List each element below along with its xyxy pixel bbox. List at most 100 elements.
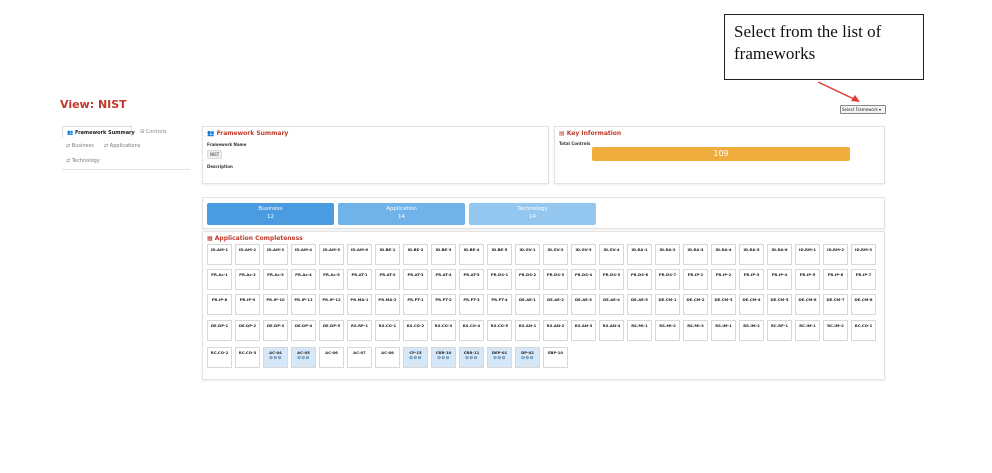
control-tile[interactable]: RS.CO-5: [487, 320, 512, 341]
control-tile[interactable]: PR.IP-11: [291, 294, 316, 315]
control-tile[interactable]: RS.MI-2: [655, 320, 680, 341]
control-tile[interactable]: PR.IP-9: [235, 294, 260, 315]
control-tile[interactable]: DE.DP-1: [207, 320, 232, 341]
category-business-button[interactable]: Business 12: [207, 203, 334, 225]
control-tile[interactable]: RS.AN-2: [543, 320, 568, 341]
control-tile[interactable]: DE.CM-4: [739, 294, 764, 315]
control-tile[interactable]: RS.AN-1: [515, 320, 540, 341]
control-tile[interactable]: ID.GV-1: [515, 244, 540, 265]
control-tile[interactable]: PR.DS-3: [543, 269, 568, 290]
control-tile[interactable]: DEP-01 ⊖⊖⊖: [487, 347, 512, 368]
control-tile[interactable]: AC-04 ⊖⊖⊖: [263, 347, 288, 368]
control-tile[interactable]: RS.CO-3: [431, 320, 456, 341]
control-tile[interactable]: DE.CM-3: [711, 294, 736, 315]
control-tile[interactable]: ID.AM-2: [235, 244, 260, 265]
control-tile[interactable]: RS.RP-1: [347, 320, 372, 341]
control-tile[interactable]: ID.BE-4: [459, 244, 484, 265]
control-tile[interactable]: PR.Ac-5: [319, 269, 344, 290]
control-tile[interactable]: RC.RP-1: [767, 320, 792, 341]
tab-framework-summary[interactable]: 👥 Framework Summary: [62, 126, 135, 138]
control-tile[interactable]: PR.AT-3: [403, 269, 428, 290]
control-tile[interactable]: ID.AM-1: [207, 244, 232, 265]
control-tile[interactable]: ID.GV-2: [543, 244, 568, 265]
control-tile[interactable]: RS.AN-4: [599, 320, 624, 341]
control-tile[interactable]: RS.CO-4: [459, 320, 484, 341]
control-tile[interactable]: AC-05 ⊖⊖⊖: [291, 347, 316, 368]
control-tile[interactable]: PR.Ac-4: [291, 269, 316, 290]
control-tile[interactable]: ID.AM-3: [263, 244, 288, 265]
control-tile[interactable]: AC-06: [319, 347, 344, 368]
control-tile[interactable]: PR.Ac-3: [263, 269, 288, 290]
control-tile[interactable]: DE.AE-1: [515, 294, 540, 315]
control-tile[interactable]: PR.IP-1: [683, 269, 708, 290]
control-tile[interactable]: DE.AE-5: [627, 294, 652, 315]
control-tile[interactable]: ID.RA-4: [711, 244, 736, 265]
control-tile[interactable]: PR.IP-12: [319, 294, 344, 315]
control-tile[interactable]: RC.CO-3: [235, 347, 260, 368]
control-tile[interactable]: RC.IM-2: [823, 320, 848, 341]
control-tile[interactable]: RC.CO-2: [207, 347, 232, 368]
control-tile[interactable]: DE.CM-6: [795, 294, 820, 315]
control-tile[interactable]: DE.CM-7: [823, 294, 848, 315]
control-tile[interactable]: PR.DS-7: [655, 269, 680, 290]
tab-controls[interactable]: ⊞ Controls: [136, 126, 186, 138]
control-tile[interactable]: DE.AE-3: [571, 294, 596, 315]
control-tile[interactable]: PR.Ac-1: [207, 269, 232, 290]
control-tile[interactable]: ID.AM-5: [319, 244, 344, 265]
control-tile[interactable]: PR.MA-2: [375, 294, 400, 315]
control-tile[interactable]: PR.IP-7: [851, 269, 876, 290]
control-tile[interactable]: PR.PT-3: [459, 294, 484, 315]
control-tile[interactable]: ID.RM-1: [795, 244, 820, 265]
control-tile[interactable]: AC-08: [375, 347, 400, 368]
control-tile[interactable]: DP-02 ⊖⊖⊖: [515, 347, 540, 368]
control-tile[interactable]: ID.RA-5: [739, 244, 764, 265]
control-tile[interactable]: PR.DS-2: [515, 269, 540, 290]
control-tile[interactable]: DE.CM-1: [655, 294, 680, 315]
control-tile[interactable]: PR.AT-2: [375, 269, 400, 290]
control-tile[interactable]: ID.RM-3: [851, 244, 876, 265]
control-tile[interactable]: PR.IP-3: [739, 269, 764, 290]
control-tile[interactable]: CP-15 ⊖⊖⊖: [403, 347, 428, 368]
control-tile[interactable]: PR.AT-4: [431, 269, 456, 290]
control-tile[interactable]: ID.BE-3: [431, 244, 456, 265]
control-tile[interactable]: RS.MI-1: [627, 320, 652, 341]
control-tile[interactable]: DE.CM-5: [767, 294, 792, 315]
control-tile[interactable]: PR.DS-5: [599, 269, 624, 290]
sidebar-link-applications[interactable]: ⇄ Applications: [104, 143, 140, 149]
control-tile[interactable]: RC.CO-1: [851, 320, 876, 341]
control-tile[interactable]: RS.IM-1: [711, 320, 736, 341]
control-tile[interactable]: RS.CO-1: [375, 320, 400, 341]
control-tile[interactable]: DE.DP-3: [263, 320, 288, 341]
control-tile[interactable]: PR.DS-4: [571, 269, 596, 290]
control-tile[interactable]: PR.IP-6: [823, 269, 848, 290]
control-tile[interactable]: PR.DS-1: [487, 269, 512, 290]
control-tile[interactable]: DE.AE-4: [599, 294, 624, 315]
control-tile[interactable]: PR.AT-1: [347, 269, 372, 290]
control-tile[interactable]: RS.MI-3: [683, 320, 708, 341]
control-tile[interactable]: PR.PT-4: [487, 294, 512, 315]
control-tile[interactable]: ID.GV-4: [599, 244, 624, 265]
control-tile[interactable]: ID.RA-3: [683, 244, 708, 265]
control-tile[interactable]: PR.IP-10: [263, 294, 288, 315]
category-technology-button[interactable]: Technology 14: [469, 203, 596, 225]
control-tile[interactable]: RS.AN-3: [571, 320, 596, 341]
category-application-button[interactable]: Application 14: [338, 203, 465, 225]
control-tile[interactable]: DE.DP-4: [291, 320, 316, 341]
control-tile[interactable]: CRR-10 ⊖⊖⊖: [431, 347, 456, 368]
control-tile[interactable]: ID.BE-5: [487, 244, 512, 265]
control-tile[interactable]: PR.IP-8: [207, 294, 232, 315]
control-tile[interactable]: PR.IP-2: [711, 269, 736, 290]
control-tile[interactable]: PR.DS-6: [627, 269, 652, 290]
control-tile[interactable]: DE.AE-2: [543, 294, 568, 315]
control-tile[interactable]: ID.AM-4: [291, 244, 316, 265]
control-tile[interactable]: PR.IP-5: [795, 269, 820, 290]
control-tile[interactable]: RC.IM-1: [795, 320, 820, 341]
control-tile[interactable]: RS.IM-2: [739, 320, 764, 341]
control-tile[interactable]: RS.CO-2: [403, 320, 428, 341]
control-tile[interactable]: ID.RA-2: [655, 244, 680, 265]
control-tile[interactable]: ID.AM-6: [347, 244, 372, 265]
control-tile[interactable]: PR.Ac-2: [235, 269, 260, 290]
control-tile[interactable]: AC-07: [347, 347, 372, 368]
control-tile[interactable]: CRR-11 ⊖⊖⊖: [459, 347, 484, 368]
control-tile[interactable]: DE.DP-2: [235, 320, 260, 341]
